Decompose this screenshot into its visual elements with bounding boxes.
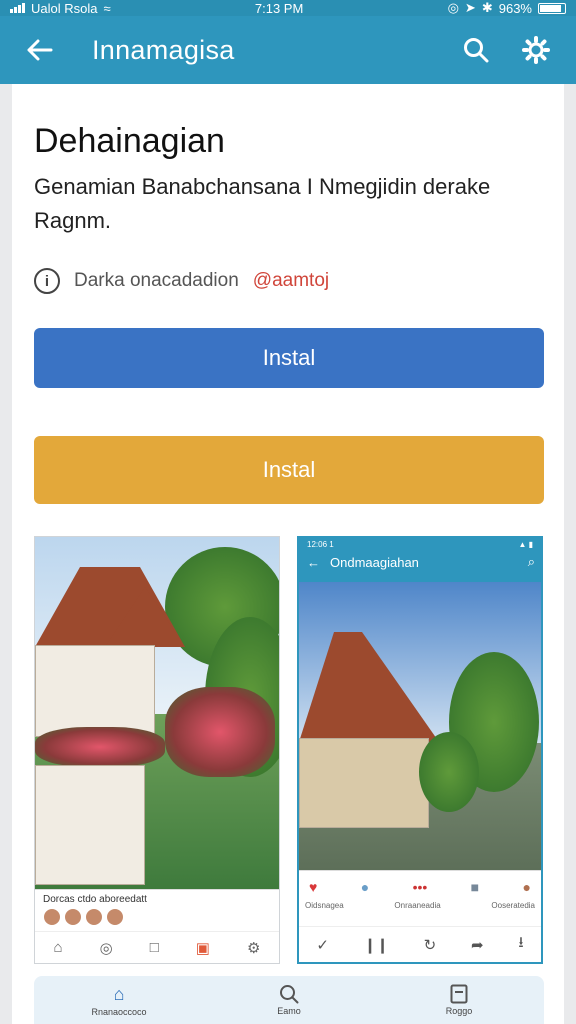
battery-icon xyxy=(537,2,566,14)
install-button[interactable]: Instal xyxy=(34,328,544,388)
bluetooth-icon: ✱ xyxy=(481,0,493,15)
preview-back-icon: ← xyxy=(307,554,320,570)
search-icon xyxy=(280,985,299,1004)
forward-icon: ➦ xyxy=(470,936,484,954)
gear-icon xyxy=(522,36,550,64)
more-icon: ••• xyxy=(412,879,428,895)
home-icon: ⌂ xyxy=(113,983,125,1004)
preview-nav-2: ✓ ❙❙ ↻ ➦ ⭳ xyxy=(299,926,541,962)
social-label-2: Onraaneadia xyxy=(394,901,441,910)
bottom-navigation: ⌂ Rnanaoccoco Eamo Roggo xyxy=(34,976,544,1024)
app-title: Innamagisa xyxy=(92,34,235,65)
refresh-icon: ↻ xyxy=(423,936,437,954)
search-icon xyxy=(464,38,489,63)
wifi-icon: ≈ xyxy=(103,0,111,16)
page-title: Dehainagian xyxy=(34,122,225,160)
nav-home-label: Rnanaoccoco xyxy=(91,1006,147,1017)
nav-files-label: Roggo xyxy=(445,1006,473,1016)
village-photo-2 xyxy=(299,582,541,874)
app-bar: Innamagisa xyxy=(0,16,576,84)
arrow-left-icon xyxy=(27,39,53,61)
alarm-icon: ◎ xyxy=(447,0,459,15)
preview-app-bar: 12:06 1 ▲ ▮ ← Ondmaagiahan ⌕ xyxy=(299,538,541,582)
file-icon xyxy=(450,984,468,1004)
preview-time: 12:06 1 xyxy=(307,540,334,549)
signal-icon xyxy=(10,3,25,13)
pause-icon: ❙❙ xyxy=(363,936,389,954)
download-icon: ⭳ xyxy=(518,934,524,951)
app-description: Genamian Banabchansana I Nmegjidin derak… xyxy=(34,174,491,233)
settings-button[interactable] xyxy=(512,26,560,74)
social-label-3: Ooseratedia xyxy=(491,901,535,910)
content-card: Dehainagian Genamian Banabchansana I Nme… xyxy=(12,84,564,1024)
nav-search[interactable]: Eamo xyxy=(224,976,354,1024)
village-photo xyxy=(35,537,279,891)
comment-icon: ● xyxy=(360,879,370,895)
info-icon: i xyxy=(34,268,60,294)
preview-search-icon: ⌕ xyxy=(527,554,535,569)
battery-percent: 963% xyxy=(498,0,532,16)
info-link[interactable]: @aamtoj xyxy=(253,270,329,292)
preview-nav: ⌂ ◎ □ ▣ ⚙ xyxy=(35,931,279,963)
back-button[interactable] xyxy=(16,26,64,74)
avatar: ● xyxy=(522,879,531,895)
info-row: i Darka onacadadion @aamtoj xyxy=(34,268,329,294)
search-button[interactable] xyxy=(452,26,500,74)
nav-files[interactable]: Roggo xyxy=(394,976,524,1024)
status-bar: Ualol Rsola ≈ 7:13 PM ◎ ➤ ✱ 963% xyxy=(0,0,576,16)
nav-search-label: Eamo xyxy=(277,1006,301,1016)
preview-title: Ondmaagiahan xyxy=(330,554,419,570)
share-icon: ■ xyxy=(470,879,480,895)
preview-social-bar: ♥ ● ••• ■ ● Oidsnagea Onraaneadia Oosera… xyxy=(299,870,541,926)
install-button-secondary[interactable]: Instal xyxy=(34,436,544,504)
screenshot-preview-2[interactable]: 12:06 1 ▲ ▮ ← Ondmaagiahan ⌕ ♥ ● ••• ■ ● xyxy=(297,536,543,964)
post-caption: Dorcas ctdo aboreedatt xyxy=(43,894,147,905)
status-time: 7:13 PM xyxy=(254,0,304,16)
camera-icon: ▣ xyxy=(195,939,210,957)
chat-icon: □ xyxy=(149,939,159,956)
preview-status-icons: ▲ ▮ xyxy=(518,540,533,549)
social-label-1: Oidsnagea xyxy=(305,901,344,910)
location-icon: ➤ xyxy=(464,0,476,15)
nav-home[interactable]: ⌂ Rnanaoccoco xyxy=(54,976,184,1024)
heart-icon: ♥ xyxy=(309,879,318,895)
settings-icon: ⚙ xyxy=(246,939,261,957)
info-text: Darka onacadadion xyxy=(74,270,239,291)
avatar-group xyxy=(43,908,124,926)
compass-icon: ◎ xyxy=(99,939,113,957)
home-icon: ⌂ xyxy=(53,939,63,956)
post-footer: Dorcas ctdo aboreedatt ⌂ ◎ □ ▣ ⚙ xyxy=(35,889,279,963)
check-icon: ✓ xyxy=(316,936,329,954)
screenshot-preview-1[interactable]: Dorcas ctdo aboreedatt ⌂ ◎ □ ▣ ⚙ xyxy=(34,536,280,964)
carrier-text: Ualol Rsola xyxy=(31,0,98,16)
